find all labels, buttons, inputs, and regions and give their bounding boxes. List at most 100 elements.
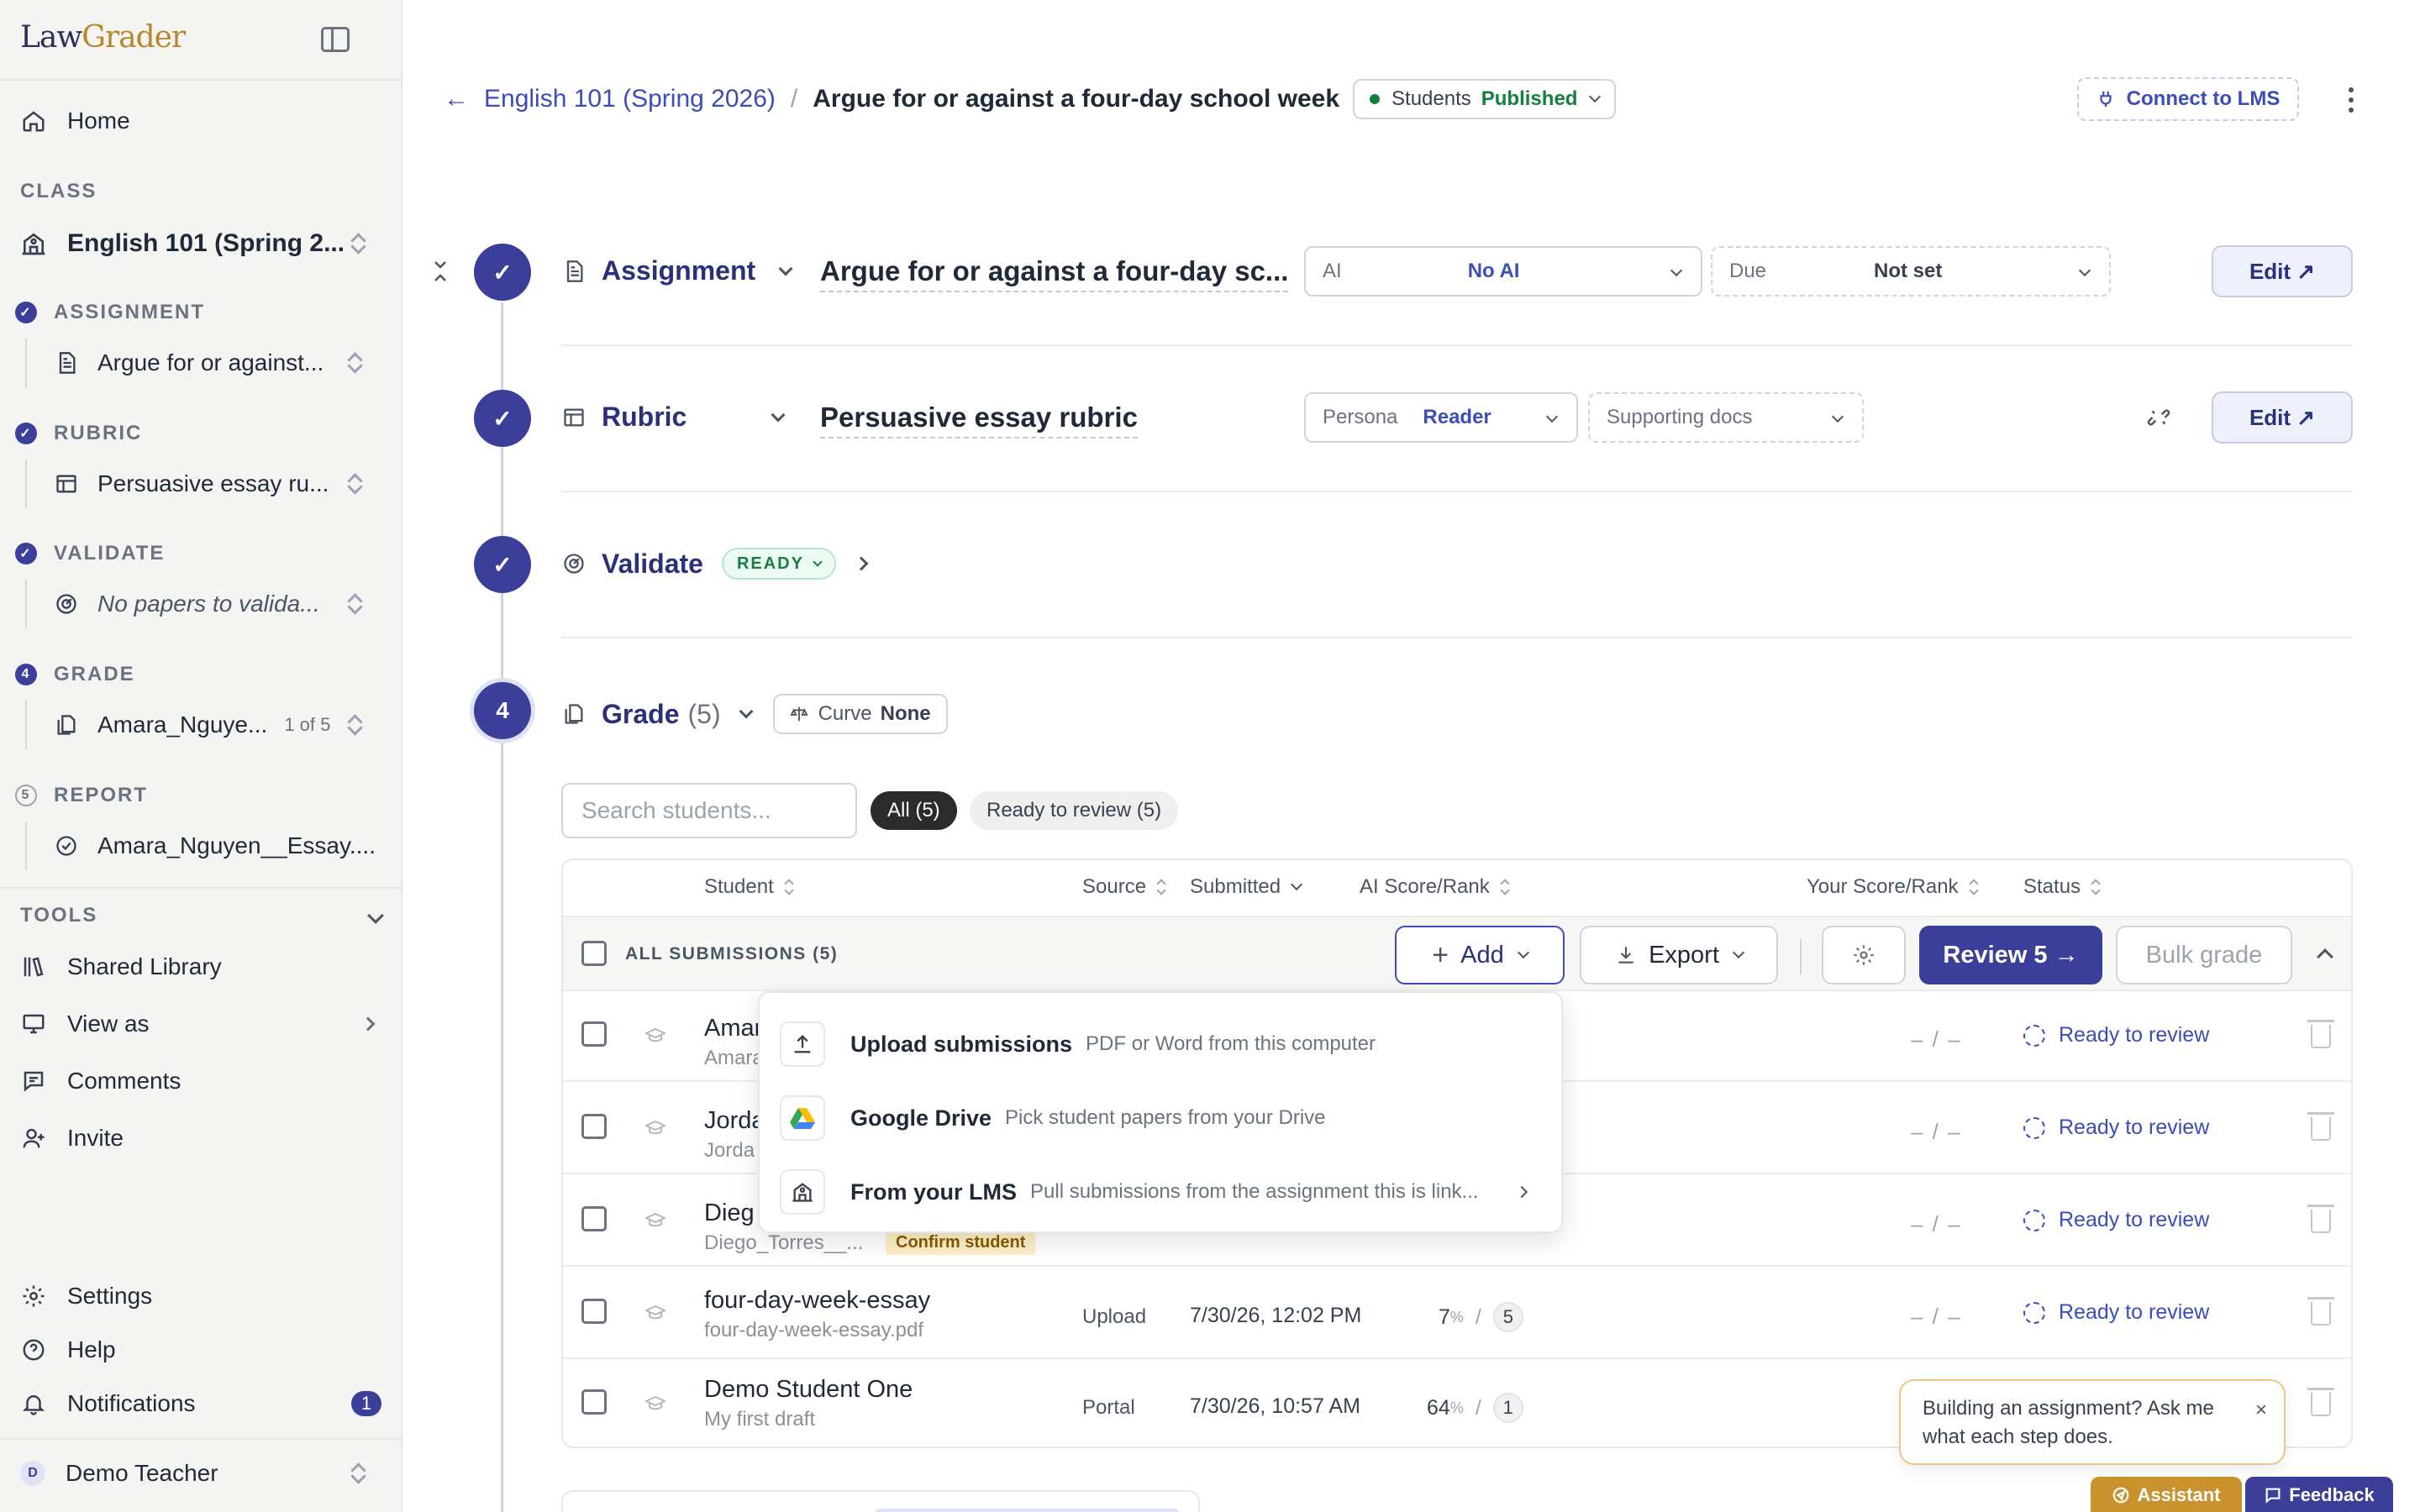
assignment-title[interactable]: Argue for or against a four-day sc... (820, 255, 1289, 292)
add-menu: Upload submissions PDF or Word from this… (758, 991, 1563, 1233)
sidebar-item-validate[interactable]: No papers to valida... (25, 580, 378, 628)
plus-icon: + (1432, 938, 1449, 971)
sidebar-item-assignment[interactable]: Argue for or against... (25, 339, 378, 387)
trash-icon[interactable] (2307, 1297, 2334, 1326)
step-assignment-toggle[interactable]: Assignment (561, 255, 793, 286)
your-score: – / – (1911, 1211, 1962, 1236)
trash-icon[interactable] (2307, 1205, 2334, 1233)
chevron-down-icon (1545, 410, 1559, 423)
select-all-checkbox[interactable] (581, 941, 607, 966)
sidebar-item-report[interactable]: Amara_Nguyen__Essay.... (25, 822, 378, 870)
rubric-title[interactable]: Persuasive essay rubric (820, 402, 1138, 438)
student-file: four-day-week-essay.pdf (704, 1319, 923, 1341)
menu-item-google-drive[interactable]: Google Drive Pick student papers from yo… (780, 1090, 1544, 1146)
class-selector[interactable]: English 101 (Spring 2... (20, 227, 381, 260)
due-date-select[interactable]: Due Not set (1711, 246, 2111, 297)
ai-policy-select[interactable]: AI No AI (1304, 246, 1702, 297)
back-arrow-icon[interactable]: ← (444, 85, 469, 113)
breadcrumb-class-link[interactable]: English 101 (Spring 2026) (484, 85, 776, 113)
export-button[interactable]: Export (1580, 926, 1778, 984)
divider (561, 344, 2353, 346)
sidebar-item-shared-library[interactable]: Shared Library (20, 950, 222, 984)
status-badge[interactable]: READY (721, 548, 836, 580)
class-name: English 101 (Spring 2... (67, 229, 345, 257)
sidebar-item-settings[interactable]: Settings (20, 1279, 152, 1313)
chevron-up-icon[interactable] (2317, 948, 2333, 965)
updown-icon (346, 592, 363, 616)
column-status[interactable]: Status (2023, 875, 2101, 899)
student-name: Jorda (704, 1107, 765, 1134)
supporting-docs-select[interactable]: Supporting docs (1588, 392, 1864, 443)
row-checkbox[interactable] (581, 1114, 607, 1139)
table-settings-button[interactable] (1822, 926, 1906, 984)
bulk-grade-button[interactable]: Bulk grade (2116, 926, 2292, 984)
row-checkbox[interactable] (581, 1299, 607, 1324)
edit-rubric-button[interactable]: Edit ↗ (2212, 391, 2353, 444)
sidebar-item-comments[interactable]: Comments (20, 1064, 181, 1098)
step-rubric-toggle[interactable]: Rubric (561, 402, 786, 433)
notifications-badge: 1 (351, 1391, 381, 1416)
sidebar-item-help[interactable]: Help (20, 1333, 116, 1367)
unlink-icon[interactable] (2146, 405, 2171, 434)
pending-icon (2023, 1301, 2045, 1324)
google-drive-icon (780, 1095, 825, 1141)
sidebar-item-grade[interactable]: Amara_Nguye... 1 of 5 (25, 701, 378, 749)
student-file: My first draft (704, 1408, 816, 1431)
search-input[interactable]: Search students... (561, 783, 857, 838)
step-grade-toggle[interactable]: Grade (5) Curve None (561, 694, 948, 734)
review-button[interactable]: Review 5 → (1919, 926, 2102, 984)
bulk-toolbar: ALL SUBMISSIONS (5) + Add Export Review … (563, 916, 2351, 991)
status-badge[interactable]: Ready to review (2023, 1208, 2209, 1232)
assistant-button[interactable]: Assistant (2091, 1477, 2242, 1512)
divider (0, 887, 402, 889)
column-student[interactable]: Student (704, 875, 794, 899)
confirm-student-badge[interactable]: Confirm student (886, 1230, 1036, 1255)
more-options-icon[interactable] (2348, 87, 2354, 113)
add-button[interactable]: + Add (1395, 926, 1565, 984)
files-icon (54, 712, 79, 738)
submitted-date: 7/30/26, 10:57 AM (1190, 1394, 1360, 1418)
collapse-all-icon[interactable] (430, 259, 450, 284)
sidebar-item-invite[interactable]: Invite (20, 1121, 124, 1155)
step-validate-toggle[interactable]: Validate READY (561, 548, 869, 580)
row-checkbox[interactable] (581, 1206, 607, 1231)
close-icon[interactable]: × (2255, 1396, 2267, 1425)
table-row[interactable]: four-day-week-essay four-day-week-essay.… (563, 1268, 2351, 1359)
sidebar-item-home[interactable]: Home (20, 104, 130, 138)
filter-ready-tab[interactable]: Ready to review (5) (970, 791, 1179, 830)
column-your-score[interactable]: Your Score/Rank (1807, 875, 1979, 899)
sidebar-item-view-as[interactable]: View as (20, 1007, 381, 1041)
divider (561, 491, 2353, 492)
app-logo[interactable]: LawGrader (20, 20, 186, 55)
document-icon (54, 350, 79, 375)
curve-select[interactable]: Curve None (772, 694, 948, 734)
sidebar-toggle-icon[interactable] (321, 27, 350, 52)
tools-section-toggle[interactable]: TOOLS (20, 904, 384, 927)
column-ai-score[interactable]: AI Score/Rank (1360, 875, 1510, 899)
filter-all-tab[interactable]: All (5) (871, 791, 957, 830)
row-checkbox[interactable] (581, 1389, 607, 1415)
trash-icon[interactable] (2307, 1020, 2334, 1048)
chevron-right-icon[interactable] (854, 556, 869, 571)
user-menu[interactable]: D Demo Teacher (20, 1457, 381, 1490)
menu-item-lms[interactable]: From your LMS Pull submissions from the … (780, 1164, 1544, 1220)
persona-select[interactable]: Persona Reader (1304, 392, 1578, 443)
visibility-dropdown[interactable]: Students Published (1353, 79, 1617, 119)
row-checkbox[interactable] (581, 1021, 607, 1047)
connect-lms-button[interactable]: Connect to LMS (2077, 77, 2299, 121)
updown-icon (350, 232, 366, 255)
menu-item-upload[interactable]: Upload submissions PDF or Word from this… (780, 1016, 1544, 1072)
sidebar-item-notifications[interactable]: Notifications (20, 1387, 196, 1420)
sidebar-item-rubric[interactable]: Persuasive essay ru... (25, 459, 378, 508)
edit-assignment-button[interactable]: Edit ↗ (2212, 245, 2353, 297)
column-submitted[interactable]: Submitted (1190, 875, 1303, 899)
trash-icon[interactable] (2307, 1112, 2334, 1141)
gear-icon (1854, 945, 1874, 965)
status-badge[interactable]: Ready to review (2023, 1116, 2209, 1140)
feedback-button[interactable]: Feedback (2245, 1477, 2393, 1512)
trash-icon[interactable] (2307, 1388, 2334, 1416)
status-badge[interactable]: Ready to review (2023, 1023, 2209, 1047)
column-source[interactable]: Source (1082, 875, 1166, 899)
status-badge[interactable]: Ready to review (2023, 1300, 2209, 1325)
comment-icon (2265, 1488, 2281, 1504)
